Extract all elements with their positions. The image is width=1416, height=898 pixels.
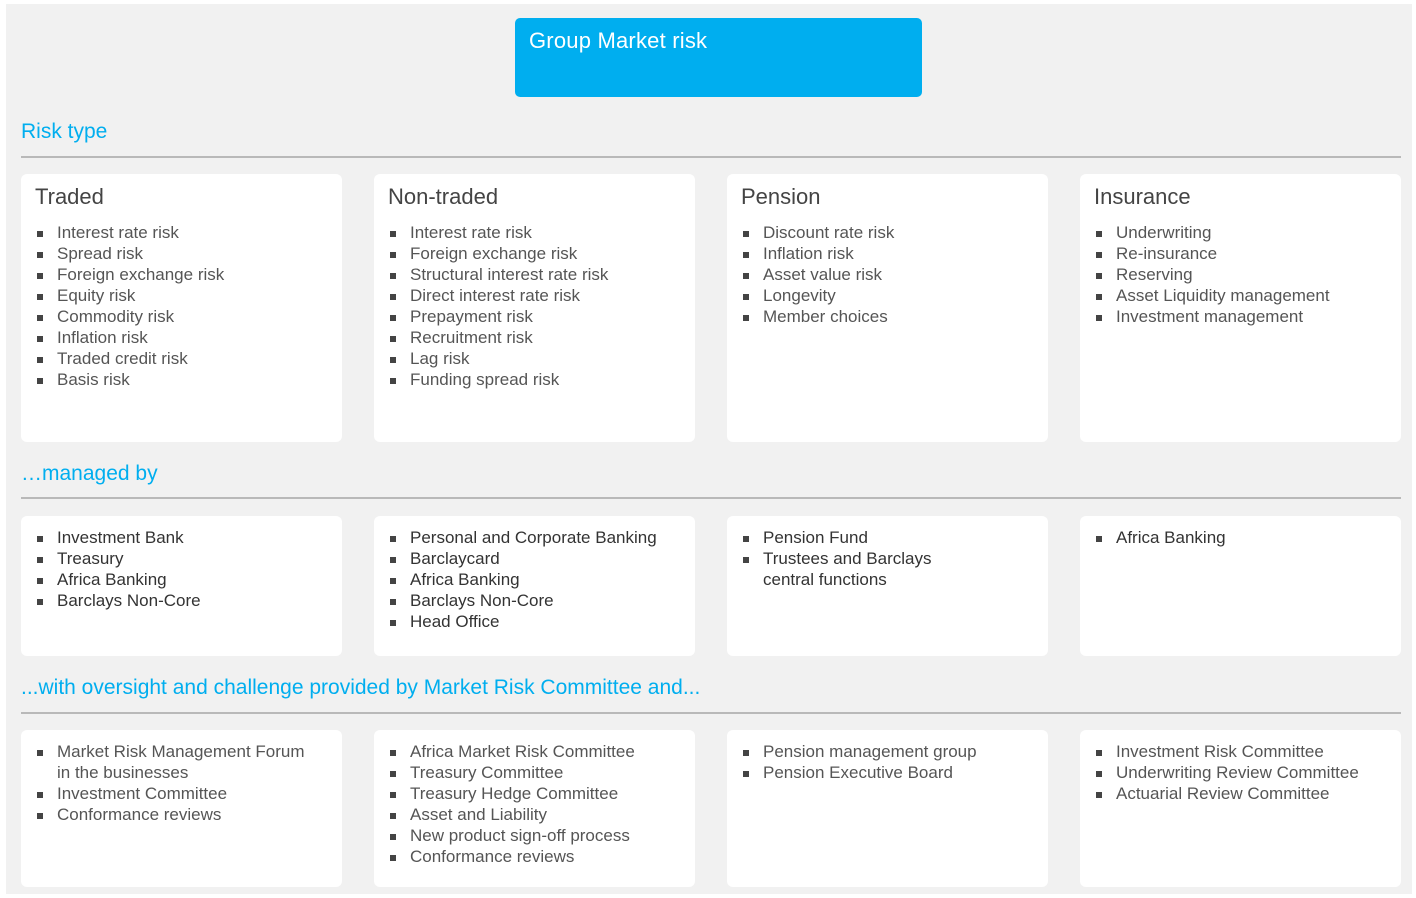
list-item: Asset and Liability	[388, 804, 681, 825]
list-item: Longevity	[741, 285, 1034, 306]
oversight-list: Africa Market Risk Committee Treasury Com…	[388, 741, 681, 867]
list-item: Treasury Committee	[388, 762, 681, 783]
risk-list: Discount rate risk Inflation risk Asset va…	[741, 222, 1034, 327]
managed-by-list: Pension Fund Trustees and Barclays central…	[741, 527, 1034, 590]
list-item: Structural interest rate risk	[388, 264, 681, 285]
managed-by-card: Africa Banking	[1080, 516, 1401, 656]
card-title: Pension	[741, 184, 821, 209]
list-item: Basis risk	[35, 369, 328, 390]
list-item: Actuarial Review Committee	[1094, 783, 1387, 804]
section-divider	[21, 497, 1401, 499]
risk-type-card: Insurance Underwriting Re-insurance Reserv…	[1080, 174, 1401, 442]
list-item: Inflation risk	[35, 327, 328, 348]
section-divider	[21, 712, 1401, 714]
list-item: Investment Bank	[35, 527, 328, 548]
oversight-list: Market Risk Management Forum in the busin…	[35, 741, 328, 825]
oversight-card: Investment Risk Committee Underwriting Re…	[1080, 730, 1401, 887]
list-item: Africa Banking	[388, 569, 681, 590]
list-item: Underwriting Review Committee	[1094, 762, 1387, 783]
list-item: Funding spread risk	[388, 369, 681, 390]
oversight-card: Pension management group Pension Executiv…	[727, 730, 1048, 887]
list-item: Africa Banking	[1094, 527, 1387, 548]
section-divider	[21, 156, 1401, 158]
group-market-risk-box: Group Market risk	[515, 18, 922, 97]
list-item: Discount rate risk	[741, 222, 1034, 243]
oversight-list: Pension management group Pension Executiv…	[741, 741, 1034, 783]
managed-by-list: Africa Banking	[1094, 527, 1387, 548]
list-item: Lag risk	[388, 348, 681, 369]
managed-by-card: Pension Fund Trustees and Barclays central…	[727, 516, 1048, 656]
list-item: Member choices	[741, 306, 1034, 327]
list-item: Conformance reviews	[35, 804, 328, 825]
list-item: Spread risk	[35, 243, 328, 264]
section-heading-risk-type: Risk type	[21, 120, 108, 143]
risk-type-card: Pension Discount rate risk Inflation risk…	[727, 174, 1048, 442]
list-item: Re-insurance	[1094, 243, 1387, 264]
list-item: Africa Market Risk Committee	[388, 741, 681, 762]
oversight-list: Investment Risk Committee Underwriting Re…	[1094, 741, 1387, 804]
list-item: Barclays Non-Core	[388, 590, 681, 611]
section-heading-managed-by: …managed by	[21, 462, 158, 485]
list-item: Trustees and Barclays central functions	[741, 548, 1034, 590]
list-item: Reserving	[1094, 264, 1387, 285]
list-item: Interest rate risk	[388, 222, 681, 243]
list-item: Pension management group	[741, 741, 1034, 762]
list-item: Barclays Non-Core	[35, 590, 328, 611]
list-item: Foreign exchange risk	[35, 264, 328, 285]
list-item: Commodity risk	[35, 306, 328, 327]
risk-list: Interest rate risk Spread risk Foreign exc…	[35, 222, 328, 390]
list-item: Investment management	[1094, 306, 1387, 327]
list-item: Pension Fund	[741, 527, 1034, 548]
managed-by-card: Investment Bank Treasury Africa Banking Bar…	[21, 516, 342, 656]
list-item: Personal and Corporate Banking	[388, 527, 681, 548]
list-item: Asset value risk	[741, 264, 1034, 285]
card-title: Non-traded	[388, 184, 499, 209]
list-item: Asset Liquidity management	[1094, 285, 1387, 306]
list-item: Market Risk Management Forum in the busin…	[35, 741, 328, 783]
list-item: Traded credit risk	[35, 348, 328, 369]
list-item: Foreign exchange risk	[388, 243, 681, 264]
list-item: Recruitment risk	[388, 327, 681, 348]
list-item: Africa Banking	[35, 569, 328, 590]
card-title: Insurance	[1094, 184, 1191, 209]
list-item: Interest rate risk	[35, 222, 328, 243]
list-item: Treasury Hedge Committee	[388, 783, 681, 804]
list-item: Barclaycard	[388, 548, 681, 569]
list-item: Investment Risk Committee	[1094, 741, 1387, 762]
list-item: Head Office	[388, 611, 681, 632]
managed-by-list: Investment Bank Treasury Africa Banking Bar…	[35, 527, 328, 611]
list-item: Direct interest rate risk	[388, 285, 681, 306]
card-title: Traded	[35, 184, 104, 209]
managed-by-list: Personal and Corporate Banking Barclaycar…	[388, 527, 681, 632]
list-item: Equity risk	[35, 285, 328, 306]
risk-type-card: Traded Interest rate risk Spread risk Fore…	[21, 174, 342, 442]
list-item: Underwriting	[1094, 222, 1387, 243]
risk-list: Interest rate risk Foreign exchange risk S…	[388, 222, 681, 390]
list-item: Pension Executive Board	[741, 762, 1034, 783]
list-item: Investment Committee	[35, 783, 328, 804]
oversight-card: Market Risk Management Forum in the busin…	[21, 730, 342, 887]
list-item: Inflation risk	[741, 243, 1034, 264]
diagram-title: Group Market risk	[529, 28, 708, 53]
list-item: Prepayment risk	[388, 306, 681, 327]
section-heading-oversight: ...with oversight and challenge provided…	[21, 676, 701, 699]
list-item: New product sign-off process	[388, 825, 681, 846]
list-item: Conformance reviews	[388, 846, 681, 867]
risk-list: Underwriting Re-insurance Reserving Asset L…	[1094, 222, 1387, 327]
risk-type-card: Non-traded Interest rate risk Foreign exc…	[374, 174, 695, 442]
managed-by-card: Personal and Corporate Banking Barclaycar…	[374, 516, 695, 656]
oversight-card: Africa Market Risk Committee Treasury Com…	[374, 730, 695, 887]
list-item: Treasury	[35, 548, 328, 569]
